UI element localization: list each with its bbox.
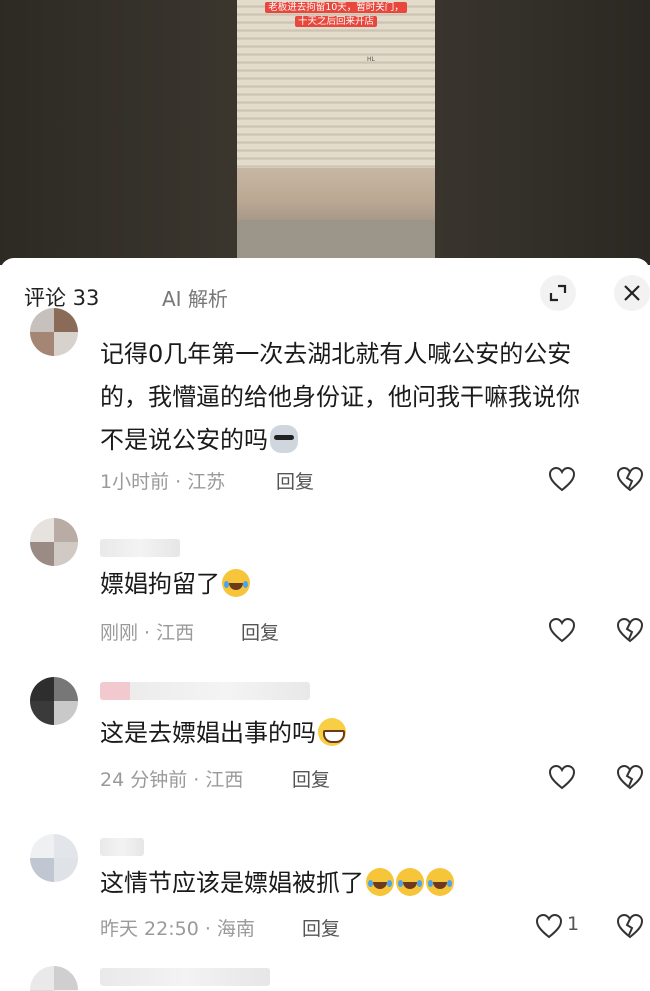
avatar[interactable] bbox=[30, 308, 78, 356]
broken-heart-icon[interactable] bbox=[616, 466, 644, 492]
nickname-blurred bbox=[100, 968, 270, 986]
laughing-emoji-icon bbox=[366, 868, 394, 896]
video-background[interactable]: HL 老板进去拘留10天，暂时关门， 十天之后回来开店 bbox=[0, 0, 650, 265]
video-caption-line-1: 老板进去拘留10天，暂时关门， bbox=[265, 2, 407, 13]
laughing-emoji-icon bbox=[426, 868, 454, 896]
grinning-emoji-icon bbox=[318, 718, 346, 746]
comment-text: 记得0几年第一次去湖北就有人喊公安的公安 的，我懵逼的给他身份证，他问我干嘛我说… bbox=[100, 333, 630, 462]
video-caption: 老板进去拘留10天，暂时关门， 十天之后回来开店 bbox=[245, 1, 427, 29]
comment-text: 这情节应该是嫖娼被抓了 bbox=[100, 862, 630, 905]
comment-text: 这是去嫖娼出事的吗 bbox=[100, 712, 630, 755]
storefront-ground bbox=[237, 220, 435, 262]
laughing-emoji-icon bbox=[396, 868, 424, 896]
dog-emoji-icon bbox=[270, 425, 298, 453]
shutter-mark: HL bbox=[367, 56, 375, 63]
comment-item: 这情节应该是嫖娼被抓了 昨天 22:50 · 海南 回复 1 bbox=[0, 826, 650, 956]
broken-heart-icon[interactable] bbox=[616, 764, 644, 790]
comment-time-location: 刚刚 · 江西 bbox=[100, 622, 195, 644]
close-icon bbox=[624, 285, 640, 301]
expand-icon bbox=[549, 284, 567, 302]
nickname-blurred bbox=[100, 838, 144, 856]
nickname-blurred bbox=[100, 539, 180, 557]
like-count: 1 bbox=[567, 913, 580, 935]
comment-time-location: 昨天 22:50 · 海南 bbox=[100, 918, 255, 940]
comment-text-line: 这是去嫖娼出事的吗 bbox=[100, 719, 316, 747]
comment-text-line: 的，我懵逼的给他身份证，他问我干嘛我说你 bbox=[100, 383, 580, 411]
reply-button[interactable]: 回复 bbox=[276, 467, 314, 494]
comment-sheet: 评论 33 AI 解析 记得0几年第一次去湖北就有人喊公安的公安 的，我懵逼的给… bbox=[0, 258, 650, 991]
comment-text-line: 不是说公安的吗 bbox=[100, 426, 268, 454]
avatar[interactable] bbox=[30, 677, 78, 725]
heart-icon[interactable] bbox=[548, 617, 576, 643]
heart-icon[interactable] bbox=[535, 913, 563, 939]
heart-icon[interactable] bbox=[548, 466, 576, 492]
comment-text-line: 嫖娼拘留了 bbox=[100, 570, 220, 598]
laughing-emoji-icon bbox=[222, 569, 250, 597]
broken-heart-icon[interactable] bbox=[616, 617, 644, 643]
nickname-blurred bbox=[100, 682, 310, 700]
video-frame[interactable]: HL 老板进去拘留10天，暂时关门， 十天之后回来开店 bbox=[237, 0, 435, 262]
reply-button[interactable]: 回复 bbox=[302, 914, 340, 941]
comment-item: 嫖娼拘留了 刚刚 · 江西 回复 bbox=[0, 513, 650, 663]
comment-item: 这是去嫖娼出事的吗 24 分钟前 · 江西 回复 bbox=[0, 670, 650, 820]
avatar[interactable] bbox=[30, 518, 78, 566]
comment-time-location: 24 分钟前 · 江西 bbox=[100, 769, 244, 791]
storefront-ledge bbox=[237, 168, 435, 220]
comment-item: 记得0几年第一次去湖北就有人喊公安的公安 的，我懵逼的给他身份证，他问我干嘛我说… bbox=[0, 304, 650, 504]
comment-text-line: 这情节应该是嫖娼被抓了 bbox=[100, 869, 364, 897]
comment-item-partial bbox=[0, 958, 650, 991]
avatar[interactable] bbox=[30, 966, 78, 991]
reply-button[interactable]: 回复 bbox=[241, 618, 279, 645]
avatar[interactable] bbox=[30, 834, 78, 882]
comment-text: 嫖娼拘留了 bbox=[100, 563, 630, 606]
video-caption-line-2: 十天之后回来开店 bbox=[294, 16, 377, 27]
broken-heart-icon[interactable] bbox=[616, 913, 644, 939]
reply-button[interactable]: 回复 bbox=[292, 765, 330, 792]
comment-time-location: 1小时前 · 江苏 bbox=[100, 471, 226, 493]
comment-text-line: 记得0几年第一次去湖北就有人喊公安的公安 bbox=[100, 340, 572, 368]
heart-icon[interactable] bbox=[548, 764, 576, 790]
